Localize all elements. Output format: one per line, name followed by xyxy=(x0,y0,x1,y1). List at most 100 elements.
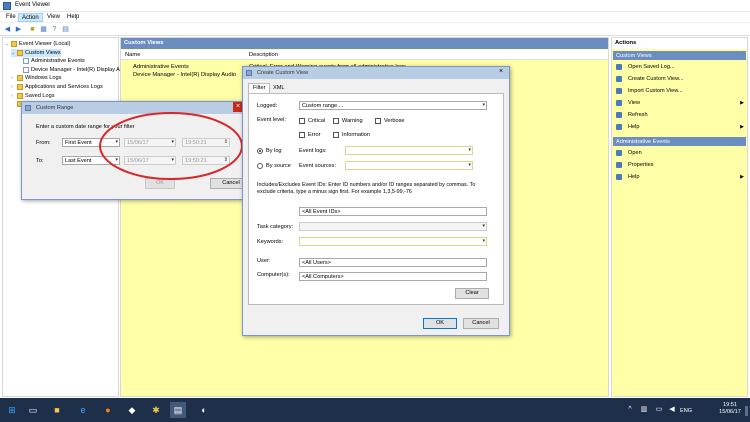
tree-item[interactable]: ⌄ Event Viewer (Local) xyxy=(5,40,71,48)
help-book-icon[interactable]: ? xyxy=(50,25,59,34)
network-icon[interactable]: ▥ xyxy=(636,402,652,418)
actions-section-administrative-events[interactable]: Administrative Events xyxy=(613,137,746,146)
computers-label: Computer(s): xyxy=(257,272,290,278)
action-item[interactable]: Import Custom View... xyxy=(616,87,744,95)
computers-input[interactable]: <All Computers> xyxy=(299,272,487,281)
tab-filter[interactable]: Filter xyxy=(248,83,271,93)
tree-item-label: Administrative Events xyxy=(31,58,85,65)
by-source-radio[interactable] xyxy=(257,163,263,169)
forward-arrow-icon[interactable]: ▶ xyxy=(14,25,23,34)
event-sources-select[interactable]: ▾ xyxy=(345,161,473,170)
app-icon[interactable]: ✱ xyxy=(148,402,164,418)
show-desktop-button[interactable] xyxy=(745,406,748,416)
column-name-header[interactable]: Name xyxy=(125,52,140,58)
submenu-arrow-icon: ▶ xyxy=(740,174,744,180)
action-item[interactable]: View ▶ xyxy=(616,99,744,107)
file-explorer-icon[interactable]: ■ xyxy=(49,402,65,418)
dialog-title-bar[interactable]: Create Custom View xyxy=(243,67,509,79)
event-viewer-taskbar-icon[interactable]: ▤ xyxy=(170,402,186,418)
event-ids-input[interactable]: <All Event IDs> xyxy=(299,207,487,216)
logged-select[interactable]: Custom range ... ▾ xyxy=(299,101,487,110)
critical-checkbox[interactable] xyxy=(299,118,305,124)
verbose-checkbox[interactable] xyxy=(375,118,381,124)
task-category-label: Task category: xyxy=(257,224,294,230)
action-item[interactable]: Properties xyxy=(616,161,744,169)
menu-action[interactable]: Action xyxy=(18,13,43,22)
edge-browser-icon[interactable]: e xyxy=(75,402,91,418)
language-indicator[interactable]: ENG xyxy=(680,408,692,414)
tree-item[interactable]: Device Manager - Intel(R) Display Audio xyxy=(17,66,131,74)
tree-item-label: Device Manager - Intel(R) Display Audio xyxy=(31,66,131,73)
clear-button[interactable]: Clear xyxy=(455,288,489,299)
folder-icon xyxy=(17,92,23,99)
action-icon xyxy=(616,124,622,130)
action-item-label: Create Custom View... xyxy=(628,76,684,82)
menu-file[interactable]: File xyxy=(3,13,19,22)
submenu-arrow-icon: ▶ xyxy=(740,124,744,130)
column-headers: Name Description xyxy=(121,50,608,60)
ok-button[interactable]: OK xyxy=(423,318,457,329)
action-item-label: Open xyxy=(628,150,642,156)
tree-item[interactable]: › Windows Logs xyxy=(11,74,61,82)
warning-checkbox[interactable] xyxy=(333,118,339,124)
by-log-radio[interactable] xyxy=(257,148,263,154)
window-title-bar[interactable]: Event Viewer xyxy=(0,0,750,12)
tree-item[interactable]: › Saved Logs xyxy=(11,92,55,100)
cancel-button[interactable]: Cancel xyxy=(463,318,499,329)
menu-help[interactable]: Help xyxy=(64,13,82,22)
action-item[interactable]: Help ▶ xyxy=(616,173,744,181)
action-item[interactable]: Open xyxy=(616,149,744,157)
chevron-down-icon: ▾ xyxy=(482,102,485,108)
menu-view[interactable]: View xyxy=(44,13,63,22)
tree-item[interactable]: ⌄ Custom Views xyxy=(11,48,61,57)
close-icon[interactable]: × xyxy=(499,68,503,75)
error-label: Error xyxy=(308,132,321,138)
list-item[interactable]: Device Manager - Intel(R) Display Audio xyxy=(133,72,236,78)
column-description-header[interactable]: Description xyxy=(249,52,278,58)
information-checkbox[interactable] xyxy=(333,132,339,138)
keywords-label: Keywords: xyxy=(257,239,284,245)
action-item[interactable]: Refresh xyxy=(616,111,744,119)
action-item[interactable]: Create Custom View... xyxy=(616,75,744,83)
back-arrow-icon[interactable]: ◀ xyxy=(3,25,12,34)
logged-label: Logged: xyxy=(257,103,278,109)
action-item[interactable]: Open Saved Log... xyxy=(616,63,744,71)
action-icon xyxy=(616,150,622,156)
list-item[interactable]: Administrative Events xyxy=(133,64,189,70)
error-checkbox[interactable] xyxy=(299,132,305,138)
actions-pane: Actions Custom Views Open Saved Log... Cr… xyxy=(611,37,748,397)
app-icon[interactable]: ◐ xyxy=(196,402,212,418)
chevron-down-icon: ▾ xyxy=(482,238,485,244)
event-logs-select[interactable]: ▾ xyxy=(345,146,473,155)
filter-panel: Logged: Custom range ... ▾ Event level: C… xyxy=(248,93,504,305)
task-category-select[interactable]: ▾ xyxy=(299,222,487,231)
grid-view-icon[interactable]: ▦ xyxy=(39,25,48,34)
action-icon xyxy=(616,64,622,70)
actions-section-custom-views[interactable]: Custom Views xyxy=(613,51,746,60)
tree-item[interactable]: Administrative Events xyxy=(17,57,85,65)
dialog-icon xyxy=(25,105,31,111)
action-item-label: Properties xyxy=(628,162,654,168)
folder-icon[interactable]: ■ xyxy=(28,25,37,34)
pane-header: Custom Views xyxy=(121,38,608,49)
action-item-label: Help xyxy=(628,124,640,130)
action-item-label: View xyxy=(628,100,641,106)
volume-icon[interactable]: ◀ xyxy=(664,402,680,418)
action-icon xyxy=(616,100,622,106)
tab-xml[interactable]: XML xyxy=(269,84,289,92)
app-icon[interactable]: ◆ xyxy=(124,402,140,418)
properties-icon[interactable]: ▤ xyxy=(61,25,70,34)
highlight-ellipse xyxy=(99,112,243,180)
clock[interactable]: 19:51 15/06/17 xyxy=(712,402,748,416)
start-windows-icon[interactable]: ⊞ xyxy=(4,402,20,418)
firefox-icon[interactable]: ● xyxy=(100,402,116,418)
window-title: Event Viewer xyxy=(15,2,51,8)
user-input[interactable]: <All Users> xyxy=(299,258,487,267)
keywords-select[interactable]: ▾ xyxy=(299,237,487,246)
tree-item[interactable]: › Applications and Services Logs xyxy=(11,83,103,91)
chevron-down-icon: ▾ xyxy=(482,223,485,229)
task-view-icon[interactable]: ▭ xyxy=(25,402,41,418)
folder-icon xyxy=(17,75,23,82)
action-item[interactable]: Help ▶ xyxy=(616,123,744,131)
chevron-down-icon: ▾ xyxy=(468,162,471,168)
